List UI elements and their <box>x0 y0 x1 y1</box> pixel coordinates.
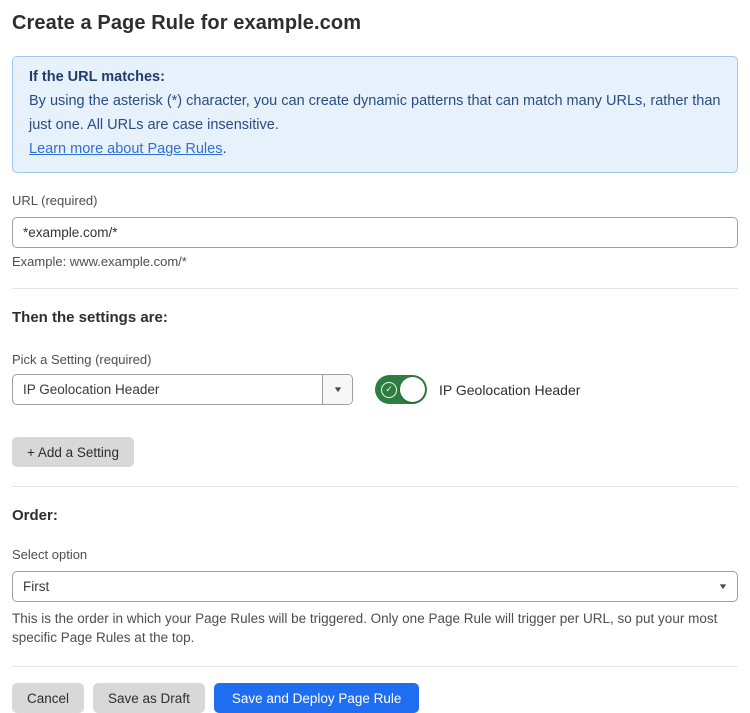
toggle-knob <box>400 377 425 402</box>
caret-down-icon: ▼ <box>718 583 729 591</box>
url-label: URL (required) <box>12 193 738 208</box>
section-divider <box>12 666 738 667</box>
order-select-value: First <box>23 579 49 594</box>
learn-more-page-rules-link[interactable]: Learn more about Page Rules <box>29 141 222 157</box>
toggle-label: IP Geolocation Header <box>439 382 580 398</box>
url-input[interactable] <box>12 217 738 248</box>
save-and-deploy-button[interactable]: Save and Deploy Page Rule <box>214 683 420 713</box>
order-select[interactable]: First ▼ <box>12 571 738 602</box>
info-box-link-line: Learn more about Page Rules. <box>29 137 721 161</box>
url-example-text: Example: www.example.com/* <box>12 254 738 269</box>
order-helper-text: This is the order in which your Page Rul… <box>12 609 726 647</box>
section-divider <box>12 288 738 289</box>
order-section-heading: Order: <box>12 507 738 524</box>
cancel-button[interactable]: Cancel <box>12 683 84 713</box>
info-box-body: By using the asterisk (*) character, you… <box>29 89 721 137</box>
link-period: . <box>222 141 226 157</box>
pick-setting-label: Pick a Setting (required) <box>12 352 738 367</box>
setting-select-value: IP Geolocation Header <box>13 382 169 397</box>
save-as-draft-button[interactable]: Save as Draft <box>93 683 205 713</box>
create-page-rule-form: Create a Page Rule for example.com If th… <box>0 12 750 713</box>
setting-select-caret-button[interactable]: ▼ <box>322 375 352 404</box>
add-setting-button[interactable]: + Add a Setting <box>12 437 134 467</box>
url-match-info-box: If the URL matches: By using the asteris… <box>12 56 738 173</box>
check-icon: ✓ <box>381 382 397 398</box>
footer-actions: Cancel Save as Draft Save and Deploy Pag… <box>12 683 738 713</box>
ip-geolocation-toggle[interactable]: ✓ <box>375 375 427 404</box>
page-title: Create a Page Rule for example.com <box>12 12 738 35</box>
setting-select[interactable]: IP Geolocation Header ▼ <box>12 374 353 405</box>
section-divider <box>12 486 738 487</box>
setting-row: IP Geolocation Header ▼ ✓ IP Geolocation… <box>12 374 738 405</box>
select-option-label: Select option <box>12 547 738 562</box>
settings-section-heading: Then the settings are: <box>12 309 738 326</box>
caret-down-icon: ▼ <box>332 386 343 394</box>
info-box-heading: If the URL matches: <box>29 65 721 89</box>
